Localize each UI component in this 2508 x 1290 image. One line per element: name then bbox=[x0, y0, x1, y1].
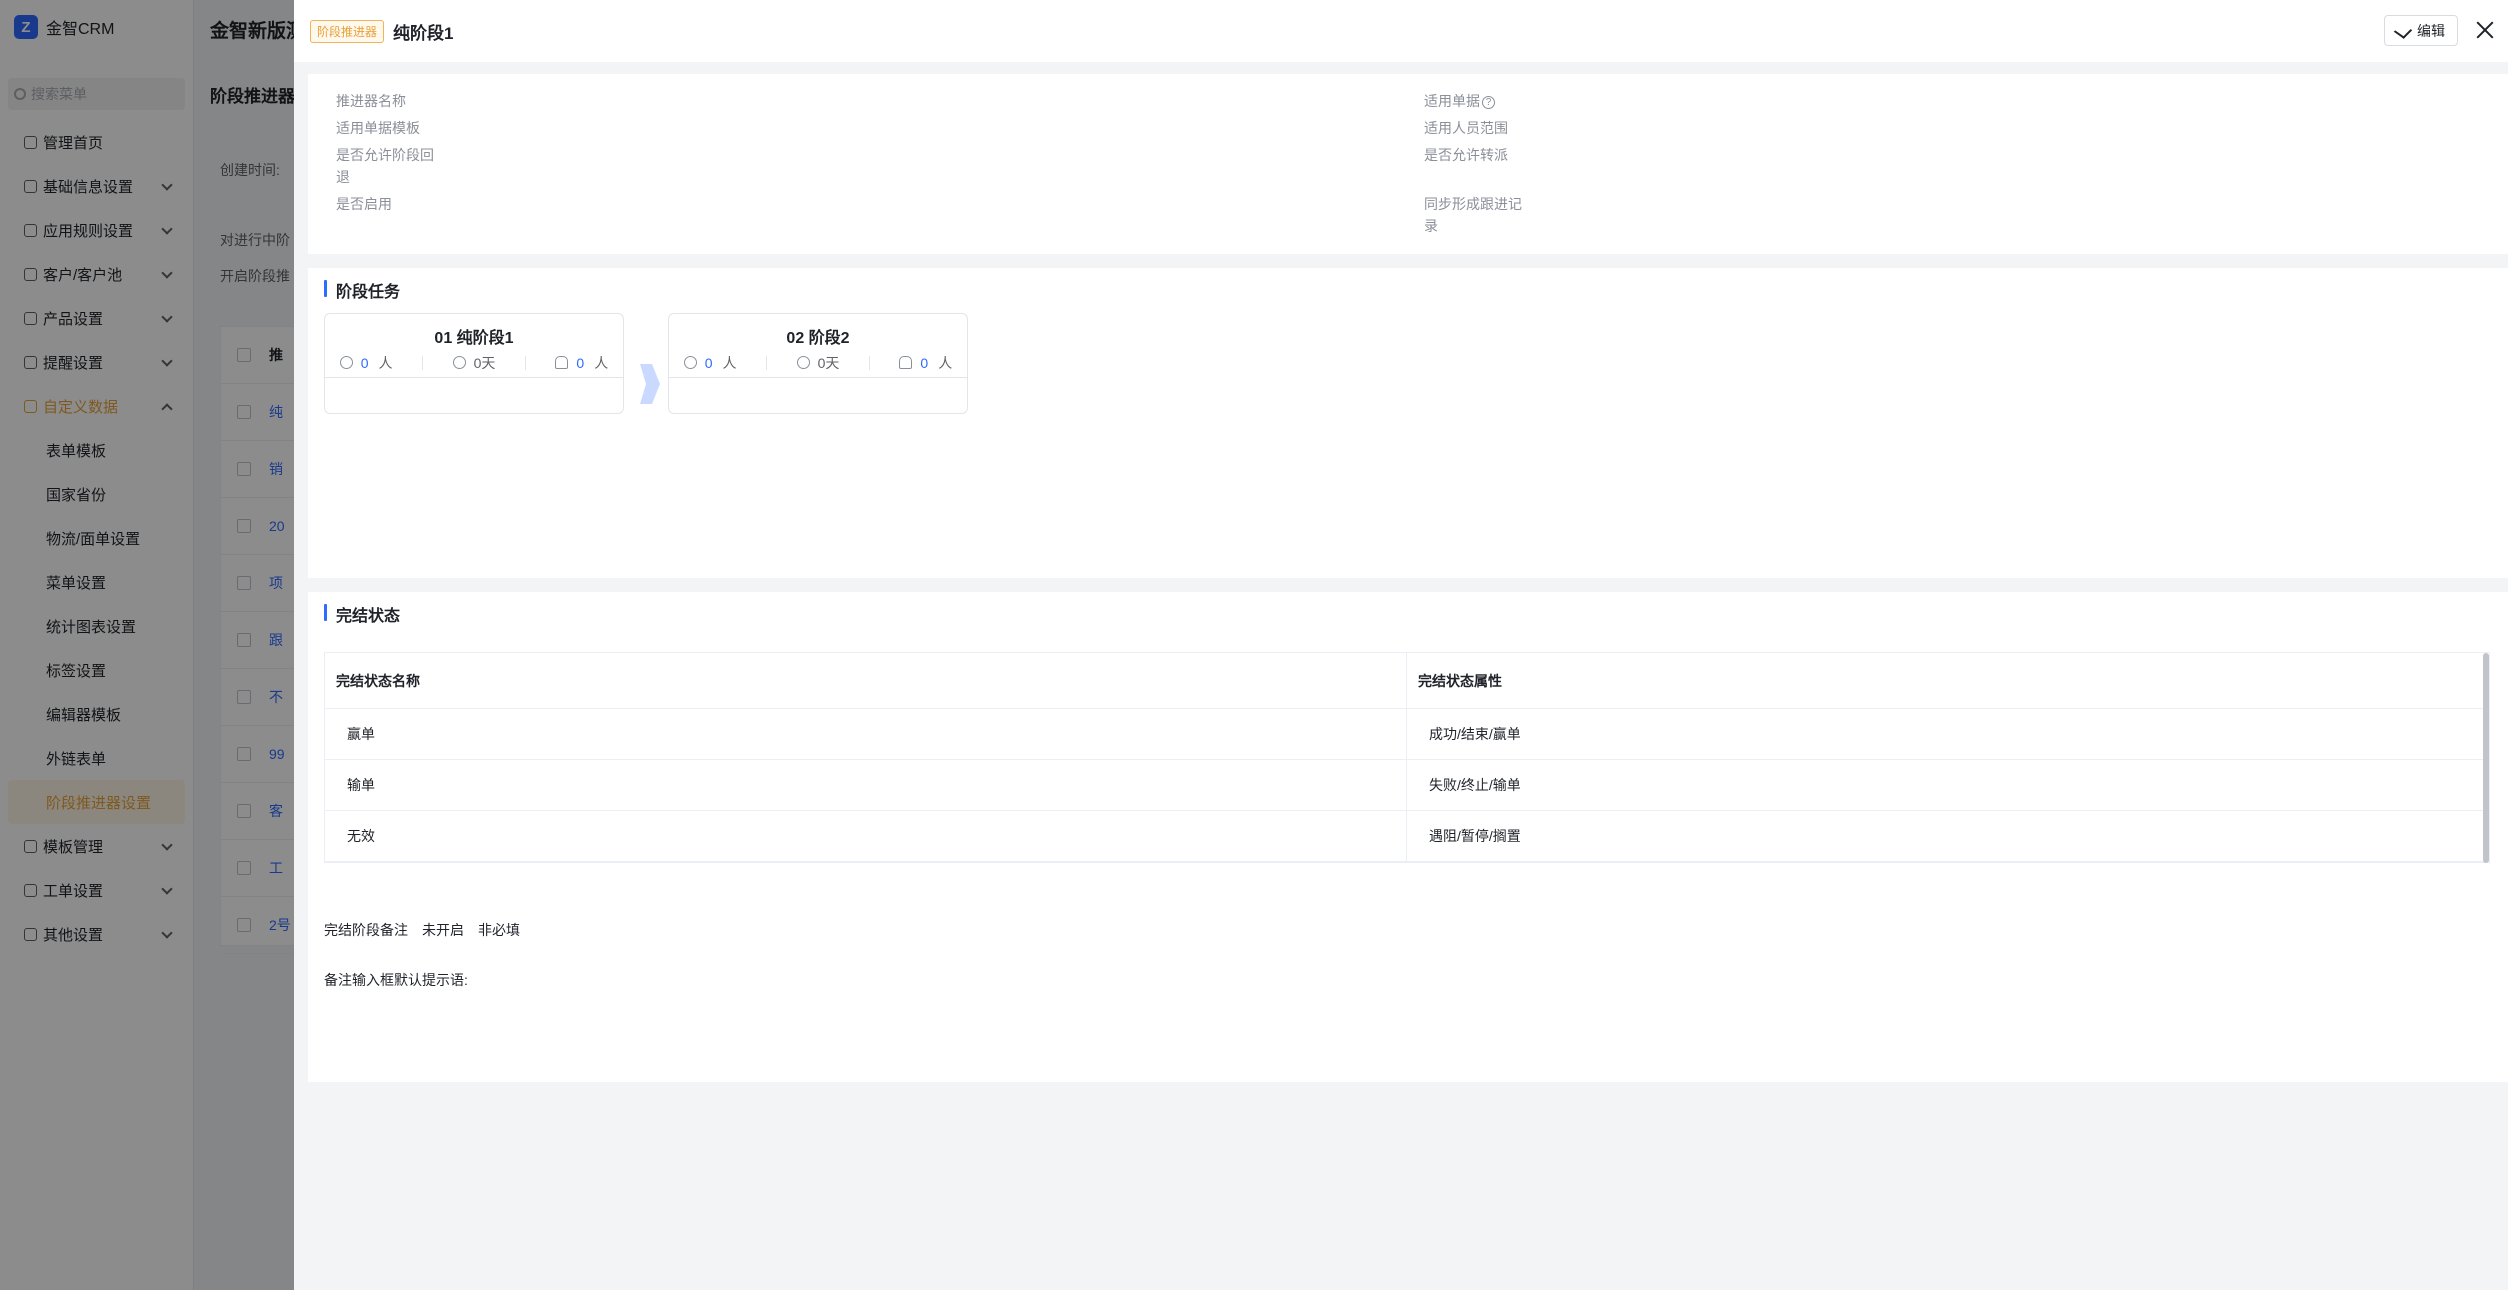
type-tag: 阶段推进器 bbox=[310, 19, 385, 43]
divider bbox=[524, 355, 526, 370]
status-name: 赢单 bbox=[325, 709, 1407, 759]
remark-hint-label: 备注输入框默认提示语: bbox=[324, 972, 468, 988]
stage-duration: 0天 bbox=[452, 353, 496, 373]
drawer-header: 阶段推进器 纯阶段1 编辑 bbox=[294, 0, 2508, 62]
divider bbox=[422, 355, 424, 370]
status-attr: 遇阻/暂停/搁置 bbox=[1429, 828, 1521, 844]
stage-reminders: 0人 bbox=[555, 353, 608, 373]
stage-people: 0人 bbox=[339, 353, 393, 373]
days: 0天 bbox=[817, 354, 840, 371]
people-icon bbox=[339, 356, 353, 369]
info-label: 是否允许阶段回退 bbox=[336, 147, 434, 185]
people-count: 0 bbox=[360, 354, 369, 371]
info-column-right: 适用单据? 适用人员范围 是否允许转派 同步形成跟进记录 bbox=[1424, 90, 1534, 242]
reminder-count: 0 bbox=[920, 354, 929, 371]
stage-stats: 0人 0天 0人 bbox=[325, 352, 623, 378]
clock-icon bbox=[452, 356, 466, 369]
divider bbox=[766, 355, 768, 370]
table-row: 无效 遇阻/暂停/搁置 bbox=[325, 811, 2489, 862]
table-header: 完结状态名称 完结状态属性 bbox=[325, 653, 2489, 709]
clock-icon bbox=[796, 356, 810, 369]
info-label: 推进器名称 bbox=[336, 93, 406, 109]
edit-button-label: 编辑 bbox=[2417, 22, 2445, 39]
drawer-title: 纯阶段1 bbox=[393, 23, 454, 43]
section-title: 阶段任务 bbox=[324, 278, 400, 302]
stage-stats: 0人 0天 0人 bbox=[669, 352, 967, 378]
edit-button[interactable]: 编辑 bbox=[2384, 15, 2458, 46]
stage-name: 01 纯阶段1 bbox=[434, 330, 514, 347]
remark-required: 非必填 bbox=[478, 922, 520, 938]
table-scrollbar[interactable] bbox=[2483, 653, 2489, 863]
stage-duration: 0天 bbox=[796, 353, 840, 373]
info-label: 是否启用 bbox=[336, 196, 392, 212]
stage-people: 0人 bbox=[683, 353, 737, 373]
info-label: 同步形成跟进记录 bbox=[1424, 196, 1522, 234]
divider bbox=[868, 355, 870, 370]
stage-reminders: 0人 bbox=[899, 353, 952, 373]
people-icon bbox=[683, 356, 697, 369]
unit: 人 bbox=[938, 354, 953, 371]
info-label: 是否允许转派 bbox=[1424, 147, 1508, 163]
reminder-count: 0 bbox=[576, 354, 585, 371]
bell-icon bbox=[899, 356, 913, 369]
status-attr: 成功/结束/赢单 bbox=[1429, 726, 1521, 742]
completion-status-section: 完结状态 完结状态名称 完结状态属性 赢单 成功/结束/赢单 输单 失败/终止/… bbox=[308, 592, 2508, 1082]
info-label: 适用单据? bbox=[1424, 90, 1534, 112]
stage-tasks-section: 阶段任务 01 纯阶段1 0人 0天 0人 02 阶段2 0人 0天 0人 bbox=[308, 268, 2508, 578]
help-icon[interactable]: ? bbox=[1482, 96, 1495, 109]
info-label-text: 适用单据 bbox=[1424, 93, 1480, 109]
table-row: 输单 失败/终止/输单 bbox=[325, 760, 2489, 811]
days: 0天 bbox=[473, 354, 496, 371]
remark-settings: 完结阶段备注 未开启 非必填 bbox=[324, 920, 534, 940]
stage-card[interactable]: 02 阶段2 0人 0天 0人 bbox=[668, 313, 968, 414]
info-label: 适用人员范围 bbox=[1424, 120, 1508, 136]
remark-label: 完结阶段备注 bbox=[324, 922, 408, 938]
status-table: 完结状态名称 完结状态属性 赢单 成功/结束/赢单 输单 失败/终止/输单 无效… bbox=[324, 652, 2490, 863]
status-name: 无效 bbox=[325, 811, 1407, 861]
column-header: 完结状态名称 bbox=[325, 653, 1407, 708]
unit: 人 bbox=[378, 354, 393, 371]
info-column-left: 推进器名称 适用单据模板 是否允许阶段回退 是否启用 bbox=[336, 90, 446, 220]
status-attr: 失败/终止/输单 bbox=[1429, 777, 1521, 793]
status-name: 输单 bbox=[325, 760, 1407, 810]
stage-card[interactable]: 01 纯阶段1 0人 0天 0人 bbox=[324, 313, 624, 414]
stage-name: 02 阶段2 bbox=[786, 330, 850, 347]
unit: 人 bbox=[594, 354, 609, 371]
unit: 人 bbox=[722, 354, 737, 371]
stage-arrow-icon bbox=[640, 364, 660, 404]
detail-drawer: 阶段推进器 纯阶段1 编辑 推进器名称 适用单据模板 是否允许阶段回退 是否启用… bbox=[294, 0, 2508, 1290]
section-title: 完结状态 bbox=[324, 602, 400, 626]
info-card: 推进器名称 适用单据模板 是否允许阶段回退 是否启用 适用单据? 适用人员范围 … bbox=[308, 74, 2508, 254]
edit-icon bbox=[2393, 22, 2413, 39]
info-label: 适用单据模板 bbox=[336, 120, 420, 136]
people-count: 0 bbox=[704, 354, 713, 371]
close-icon[interactable] bbox=[2472, 17, 2498, 43]
column-header: 完结状态属性 bbox=[1418, 672, 1502, 689]
bell-icon bbox=[555, 356, 569, 369]
remark-enabled: 未开启 bbox=[422, 922, 464, 938]
table-row: 赢单 成功/结束/赢单 bbox=[325, 709, 2489, 760]
